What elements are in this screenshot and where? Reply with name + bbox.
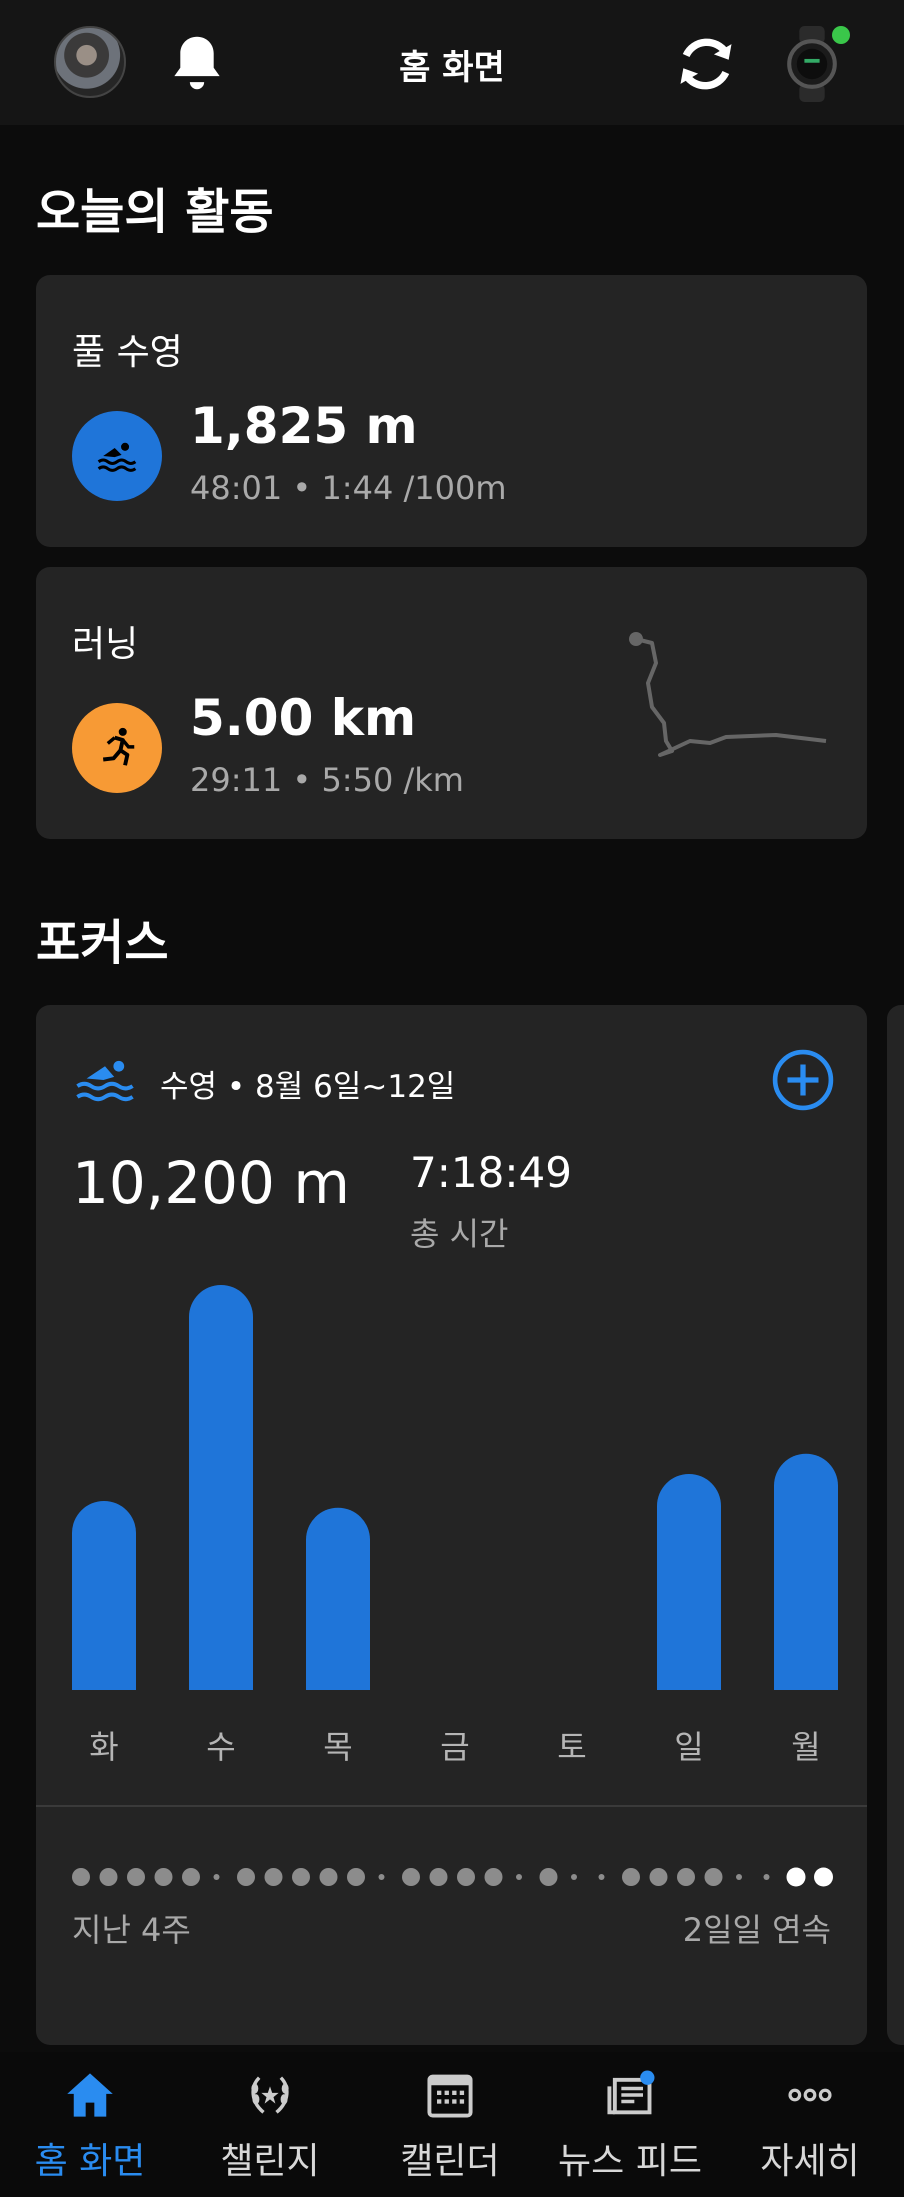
streak-dot [763,1874,770,1880]
nav-label: 자세히 [760,2141,860,2182]
streak-dot [704,1868,723,1886]
nav-label: 챌린지 [220,2141,320,2182]
streak-dot [677,1868,695,1886]
chart-day-label-3: 금 [440,1728,469,1766]
divider [36,1805,867,1807]
streak-label: 2일일 연속 [682,1911,831,1949]
focus-section-title: 포커스 [36,915,169,971]
nav-item-challenges[interactable]: 챌린지 [180,2052,360,2197]
streak-dot [347,1868,365,1886]
home-icon [67,2073,113,2117]
calendar-icon [427,2074,473,2118]
activity-distance: 5.00 km [190,689,417,747]
swimmer-icon [97,442,137,472]
page-title: 홈 화면 [399,48,505,88]
more-icon [788,2088,832,2102]
chart-day-label-0: 화 [89,1728,118,1766]
laurel-icon [251,2076,289,2114]
route-map-thumbnail [629,632,827,757]
streak-dot [319,1868,338,1886]
streak-dot [378,1874,385,1880]
chart-bar-1 [189,1285,253,1690]
top-bar: 홈 화면 [0,0,904,125]
connected-status-dot [832,26,850,44]
streak-dot [598,1874,605,1880]
chart-day-label-5: 일 [674,1728,703,1766]
today-section-title: 오늘의 활동 [36,184,274,240]
next-focus-card-peek[interactable] [887,1005,904,2045]
chart-day-label-1: 수 [206,1728,235,1766]
streak-dot [539,1868,558,1886]
streak-dot [292,1868,310,1886]
chart-day-label-4: 토 [557,1728,586,1766]
streak-dot [484,1868,503,1886]
activity-icon-circle [72,411,162,501]
activity-icon-circle [72,703,162,793]
bottom-nav: 홈 화면 챌린지 캘린더 뉴스 피드 자세히 [0,2052,904,2197]
nav-label: 홈 화면 [34,2141,146,2182]
streak-dot [99,1868,118,1886]
streak-dot [786,1867,806,1887]
streak-dot [429,1868,448,1886]
last-weeks-label: 지난 4주 [72,1911,191,1949]
nav-label: 캘린더 [400,2141,500,2182]
chart-bar-5 [657,1474,721,1690]
activity-label: 러닝 [72,624,139,665]
nav-item-calendar[interactable]: 캘린더 [360,2052,540,2197]
sync-icon[interactable] [672,30,740,98]
watch-device-icon[interactable] [786,26,838,102]
streak-dot [264,1868,283,1886]
streak-dot [237,1868,255,1886]
runner-icon [102,727,135,766]
activity-details: 48:01 • 1:44 /100m [190,469,507,507]
activity-card-swim[interactable]: 풀 수영 1,825 m 48:01 • 1:44 /100m [36,275,867,547]
chart-day-label-2: 목 [323,1728,352,1766]
weekly-streak-dots [72,1867,833,1887]
nav-item-home[interactable]: 홈 화면 [0,2052,180,2197]
activity-label: 풀 수영 [72,332,183,373]
streak-dot [127,1868,145,1886]
streak-dot [571,1874,577,1880]
focus-card[interactable]: 수영 • 8월 6일~12일 10,200 m 7:18:49 총 시간 화수목… [36,1005,867,2045]
streak-dot [154,1868,173,1886]
activity-card-run[interactable]: 러닝 5.00 km 29:11 • 5:50 /km [36,567,867,839]
streak-dot [622,1868,640,1886]
streak-dot [213,1874,220,1880]
streak-dot [402,1868,420,1886]
nav-item-more[interactable]: 자세히 [720,2052,900,2197]
news-icon [607,2070,655,2115]
activity-distance: 1,825 m [190,397,418,455]
streak-dot [736,1874,742,1880]
streak-dot [457,1868,475,1886]
streak-dot [814,1867,833,1887]
chart-bar-0 [72,1501,136,1690]
chart-bar-6 [774,1453,838,1690]
nav-item-news-feed[interactable]: 뉴스 피드 [540,2052,720,2197]
nav-label: 뉴스 피드 [558,2141,702,2182]
streak-dot [72,1868,90,1886]
streak-dot [182,1868,200,1886]
streak-dot [649,1868,668,1886]
chart-bar-2 [306,1507,370,1690]
activity-details: 29:11 • 5:50 /km [190,761,464,799]
streak-dot [516,1874,522,1880]
chart-day-label-6: 월 [791,1728,820,1766]
